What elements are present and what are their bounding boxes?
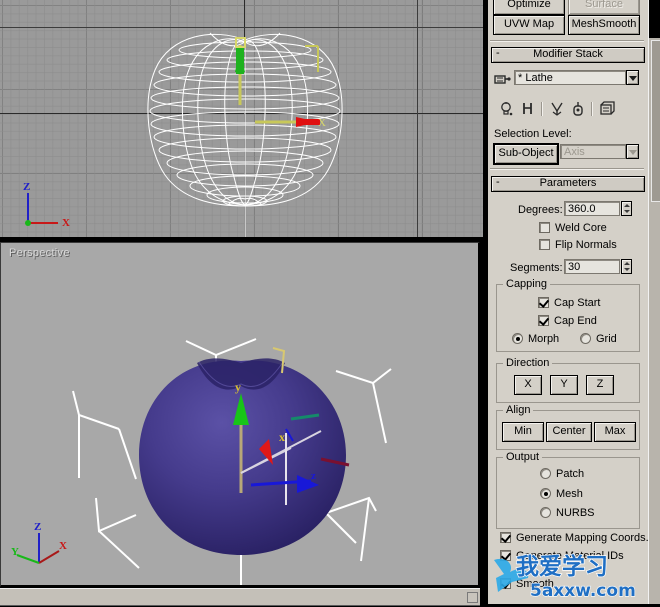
- rollup-title-parameters: Parameters: [539, 177, 597, 189]
- selection-level-label: Selection Level:: [494, 128, 572, 140]
- svg-text:z: z: [311, 470, 316, 482]
- output-label-nurbs: NURBS: [556, 507, 595, 519]
- rollup-parameters[interactable]: - Parameters: [491, 176, 645, 192]
- segments-label: Segments:: [510, 262, 563, 274]
- front-viewport-axis-tripod: Z X: [23, 181, 70, 228]
- grid-label: Grid: [596, 333, 617, 345]
- icon-separator-2: [591, 102, 593, 116]
- modifier-button-surface[interactable]: Surface: [568, 0, 640, 15]
- svg-text:X: X: [59, 540, 67, 552]
- smooth-checkbox[interactable]: [500, 578, 511, 589]
- degrees-input[interactable]: 360.0: [564, 201, 620, 216]
- degrees-spinner[interactable]: [621, 201, 632, 216]
- segments-spinner[interactable]: [621, 259, 632, 274]
- make-unique-icon[interactable]: [548, 100, 566, 118]
- viewport-area: X Z X Perspective y x z Z X Y: [0, 0, 488, 606]
- align-button-max[interactable]: Max: [594, 422, 636, 442]
- svg-text:y: y: [235, 380, 241, 394]
- align-group-title: Align: [503, 404, 534, 416]
- panel-rail-top-filler: [649, 0, 660, 38]
- front-viewport[interactable]: X Z X: [0, 0, 483, 239]
- generate-material-ids-checkbox[interactable]: [500, 550, 511, 561]
- selection-level-dropdown[interactable]: Axis: [560, 144, 626, 159]
- direction-group-title: Direction: [503, 357, 553, 369]
- direction-button-x[interactable]: X: [514, 375, 542, 395]
- flip-normals-checkbox[interactable]: [539, 239, 550, 250]
- svg-text:Z: Z: [34, 521, 41, 533]
- generate-material-ids-label: Generate Material IDs: [516, 550, 624, 562]
- panel-divider-1: [490, 40, 644, 42]
- remove-modifier-icon[interactable]: [569, 100, 587, 118]
- panel-divider-2: [490, 168, 644, 170]
- direction-button-y[interactable]: Y: [550, 375, 578, 395]
- morph-label: Morph: [528, 333, 560, 345]
- align-button-center[interactable]: Center: [546, 422, 592, 442]
- morph-radio[interactable]: [512, 333, 523, 344]
- output-radio-mesh[interactable]: [540, 488, 551, 499]
- icon-separator-1: [541, 102, 543, 116]
- command-panel-scrollbar[interactable]: [648, 0, 660, 604]
- cap-end-label: Cap End: [554, 315, 597, 327]
- modifier-button-uvw-map[interactable]: UVW Map: [493, 15, 565, 35]
- modifier-button-meshsmooth[interactable]: MeshSmooth: [568, 15, 640, 35]
- cap-end-checkbox[interactable]: [538, 315, 549, 326]
- cap-start-label: Cap Start: [554, 297, 601, 309]
- show-end-result-icon[interactable]: [498, 100, 516, 118]
- sub-object-button[interactable]: Sub-Object: [493, 143, 559, 165]
- generate-mapping-coords-checkbox[interactable]: [500, 532, 511, 543]
- rollup-collapse-glyph-parameters[interactable]: -: [496, 176, 500, 189]
- perspective-viewport[interactable]: Perspective y x z Z X Y: [0, 242, 480, 587]
- rollup-title-modifier-stack: Modifier Stack: [533, 48, 603, 60]
- command-panel: Optimize Surface UVW Map MeshSmooth - Mo…: [488, 0, 648, 604]
- segments-input[interactable]: 30: [564, 259, 620, 274]
- modifier-stack-dropdown-arrow[interactable]: [626, 70, 639, 85]
- output-radio-nurbs[interactable]: [540, 507, 551, 518]
- modifier-stack-dropdown[interactable]: * Lathe: [514, 70, 626, 85]
- output-group-title: Output: [503, 451, 543, 463]
- modifier-button-optimize[interactable]: Optimize: [493, 0, 565, 15]
- output-radio-patch[interactable]: [540, 468, 551, 479]
- direction-button-z[interactable]: Z: [586, 375, 614, 395]
- rollup-collapse-glyph-modifier-stack[interactable]: -: [496, 47, 500, 60]
- degrees-label: Degrees:: [518, 204, 563, 216]
- capping-group-title: Capping: [503, 278, 550, 290]
- output-label-mesh: Mesh: [556, 488, 583, 500]
- pin-stack-icon[interactable]: [493, 70, 511, 88]
- rollup-modifier-stack[interactable]: - Modifier Stack: [491, 47, 645, 63]
- viewport-status-bar[interactable]: [0, 588, 480, 606]
- smooth-label: Smooth: [516, 578, 554, 590]
- configure-button-sets-icon[interactable]: [598, 100, 616, 118]
- align-button-min[interactable]: Min: [502, 422, 544, 442]
- selection-level-dropdown-arrow[interactable]: [626, 144, 639, 159]
- weld-core-checkbox[interactable]: [539, 222, 550, 233]
- output-label-patch: Patch: [556, 468, 585, 480]
- cap-start-checkbox[interactable]: [538, 297, 549, 308]
- pin-stack-toggle-icon[interactable]: [519, 100, 537, 118]
- svg-text:X: X: [62, 217, 70, 228]
- svg-text:Y: Y: [11, 546, 19, 558]
- flip-normals-label: Flip Normals: [555, 239, 617, 251]
- command-panel-scrollbar-thumb[interactable]: [651, 40, 660, 202]
- weld-core-label: Weld Core: [555, 222, 607, 234]
- perspective-viewport-axis-tripod: Z X Y: [11, 521, 67, 564]
- generate-mapping-coords-label: Generate Mapping Coords.: [516, 532, 648, 544]
- grid-radio[interactable]: [580, 333, 591, 344]
- svg-text:X: X: [318, 117, 326, 129]
- svg-text:Z: Z: [23, 181, 30, 193]
- svg-text:x: x: [279, 430, 285, 444]
